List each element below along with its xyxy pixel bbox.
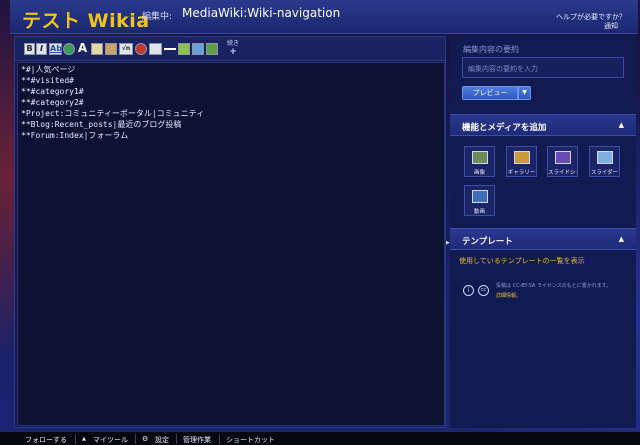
bold-button[interactable]: B — [24, 43, 35, 55]
preview-button[interactable]: プレビュー — [462, 86, 518, 100]
italic-button[interactable]: I — [36, 43, 47, 55]
editing-prefix: 編集中: — [142, 12, 173, 22]
template-section-title: テンプレート — [462, 237, 513, 247]
more-toolbar-button[interactable]: 続き + — [227, 40, 239, 57]
gallery-icon — [514, 151, 530, 164]
divider — [135, 434, 136, 444]
add-image-button[interactable]: 画像 — [464, 146, 495, 177]
shortcuts-link[interactable]: ショートカット — [226, 435, 275, 445]
cc-license-icon: cc — [478, 285, 489, 296]
editor-line: *Project:コミュニティーポータル|コミュニティ — [21, 109, 205, 118]
media-icon[interactable] — [105, 43, 117, 55]
notifications-link[interactable]: 通知 — [604, 21, 618, 31]
chevron-up-icon[interactable]: ▲ — [82, 436, 86, 442]
media-label: 画像 — [473, 170, 485, 176]
summary-input[interactable]: 編集内容の要約を入力 — [462, 57, 624, 78]
editor-panel: B I Ab A √n 続き + *#|人気ページ **#visited# **… — [14, 36, 446, 428]
wikitext-editor[interactable]: *#|人気ページ **#visited# **#category1# **#ca… — [17, 62, 445, 426]
media-label: ギャラリー — [507, 170, 536, 176]
templates-used-link[interactable]: 使用しているテンプレートの一覧を表示 — [459, 256, 585, 266]
editor-line: *#|人気ページ — [21, 65, 76, 74]
slider-icon — [597, 151, 613, 164]
wiki-title[interactable]: テスト Wikia — [22, 6, 150, 33]
media-label: 動画 — [473, 209, 485, 215]
add-gallery-button[interactable]: ギャラリー — [506, 146, 537, 177]
editor-line: **#category1# — [21, 87, 84, 96]
admin-link[interactable]: 管理作業 — [183, 435, 211, 445]
collapse-arrow-icon[interactable]: ▲ — [619, 235, 624, 243]
editor-line: **Forum:Index|フォーラム — [21, 131, 129, 140]
template-section-header[interactable]: テンプレート ▲ — [450, 228, 636, 250]
gallery-icon[interactable] — [178, 43, 190, 55]
my-tools-menu[interactable]: マイツール — [93, 435, 128, 445]
video-icon — [472, 190, 488, 203]
media-label: スライドショー — [548, 170, 577, 176]
right-rail: 編集内容の要約 編集内容の要約を入力 プレビュー ▼ 機能とメディアを追加 ▲ … — [450, 36, 636, 428]
preview-dropdown-icon[interactable]: ▼ — [518, 86, 531, 100]
gear-icon[interactable]: ⚙ — [142, 435, 148, 443]
media-section-title: 機能とメディアを追加 — [462, 123, 547, 133]
external-link-icon[interactable] — [63, 43, 75, 55]
editor-line: **Blog:Recent_posts|最近のブログ投稿 — [21, 120, 182, 129]
media-section-header[interactable]: 機能とメディアを追加 ▲ — [450, 114, 636, 136]
page-name: MediaWiki:Wiki-navigation — [182, 6, 341, 20]
license-text: 投稿は CC-BY-SA ライセンスのもとに置かれます。 — [496, 283, 612, 289]
follow-link[interactable]: フォローする — [25, 435, 67, 445]
add-video-button[interactable]: 動画 — [464, 185, 495, 216]
plus-icon: + — [229, 47, 237, 57]
bottom-toolbar: フォローする ▲ マイツール ⚙ 設定 管理作業 ショートカット — [0, 431, 640, 445]
headline-button[interactable]: A — [76, 42, 89, 55]
media-label: スライダー — [590, 170, 619, 176]
edit-toolbar: B I Ab A √n 続き + — [15, 37, 445, 61]
table-icon[interactable] — [192, 43, 204, 55]
divider — [219, 434, 220, 444]
slideshow-icon — [555, 151, 571, 164]
add-slider-button[interactable]: スライダー — [589, 146, 620, 177]
signature-icon[interactable] — [149, 43, 162, 55]
nowiki-icon[interactable] — [135, 43, 147, 55]
editor-line: **#visited# — [21, 76, 74, 85]
license-detail-link[interactable]: 詳細情報。 — [496, 292, 521, 299]
attribution-icon: i — [463, 285, 474, 296]
add-slideshow-button[interactable]: スライドショー — [547, 146, 578, 177]
page-header: テスト Wikia 編集中: MediaWiki:Wiki-navigation… — [10, 0, 638, 34]
settings-link[interactable]: 設定 — [155, 435, 169, 445]
image-icon — [472, 151, 488, 164]
image-icon[interactable] — [91, 43, 103, 55]
math-button[interactable]: √n — [119, 43, 133, 55]
summary-label: 編集内容の要約 — [463, 45, 519, 54]
divider — [75, 434, 76, 444]
divider — [176, 434, 177, 444]
horizontal-line-icon[interactable] — [164, 48, 176, 50]
internal-link-button[interactable]: Ab — [49, 43, 62, 55]
editor-line: **#category2# — [21, 98, 84, 107]
collapse-arrow-icon[interactable]: ▲ — [619, 121, 624, 129]
template-icon[interactable] — [206, 43, 218, 55]
